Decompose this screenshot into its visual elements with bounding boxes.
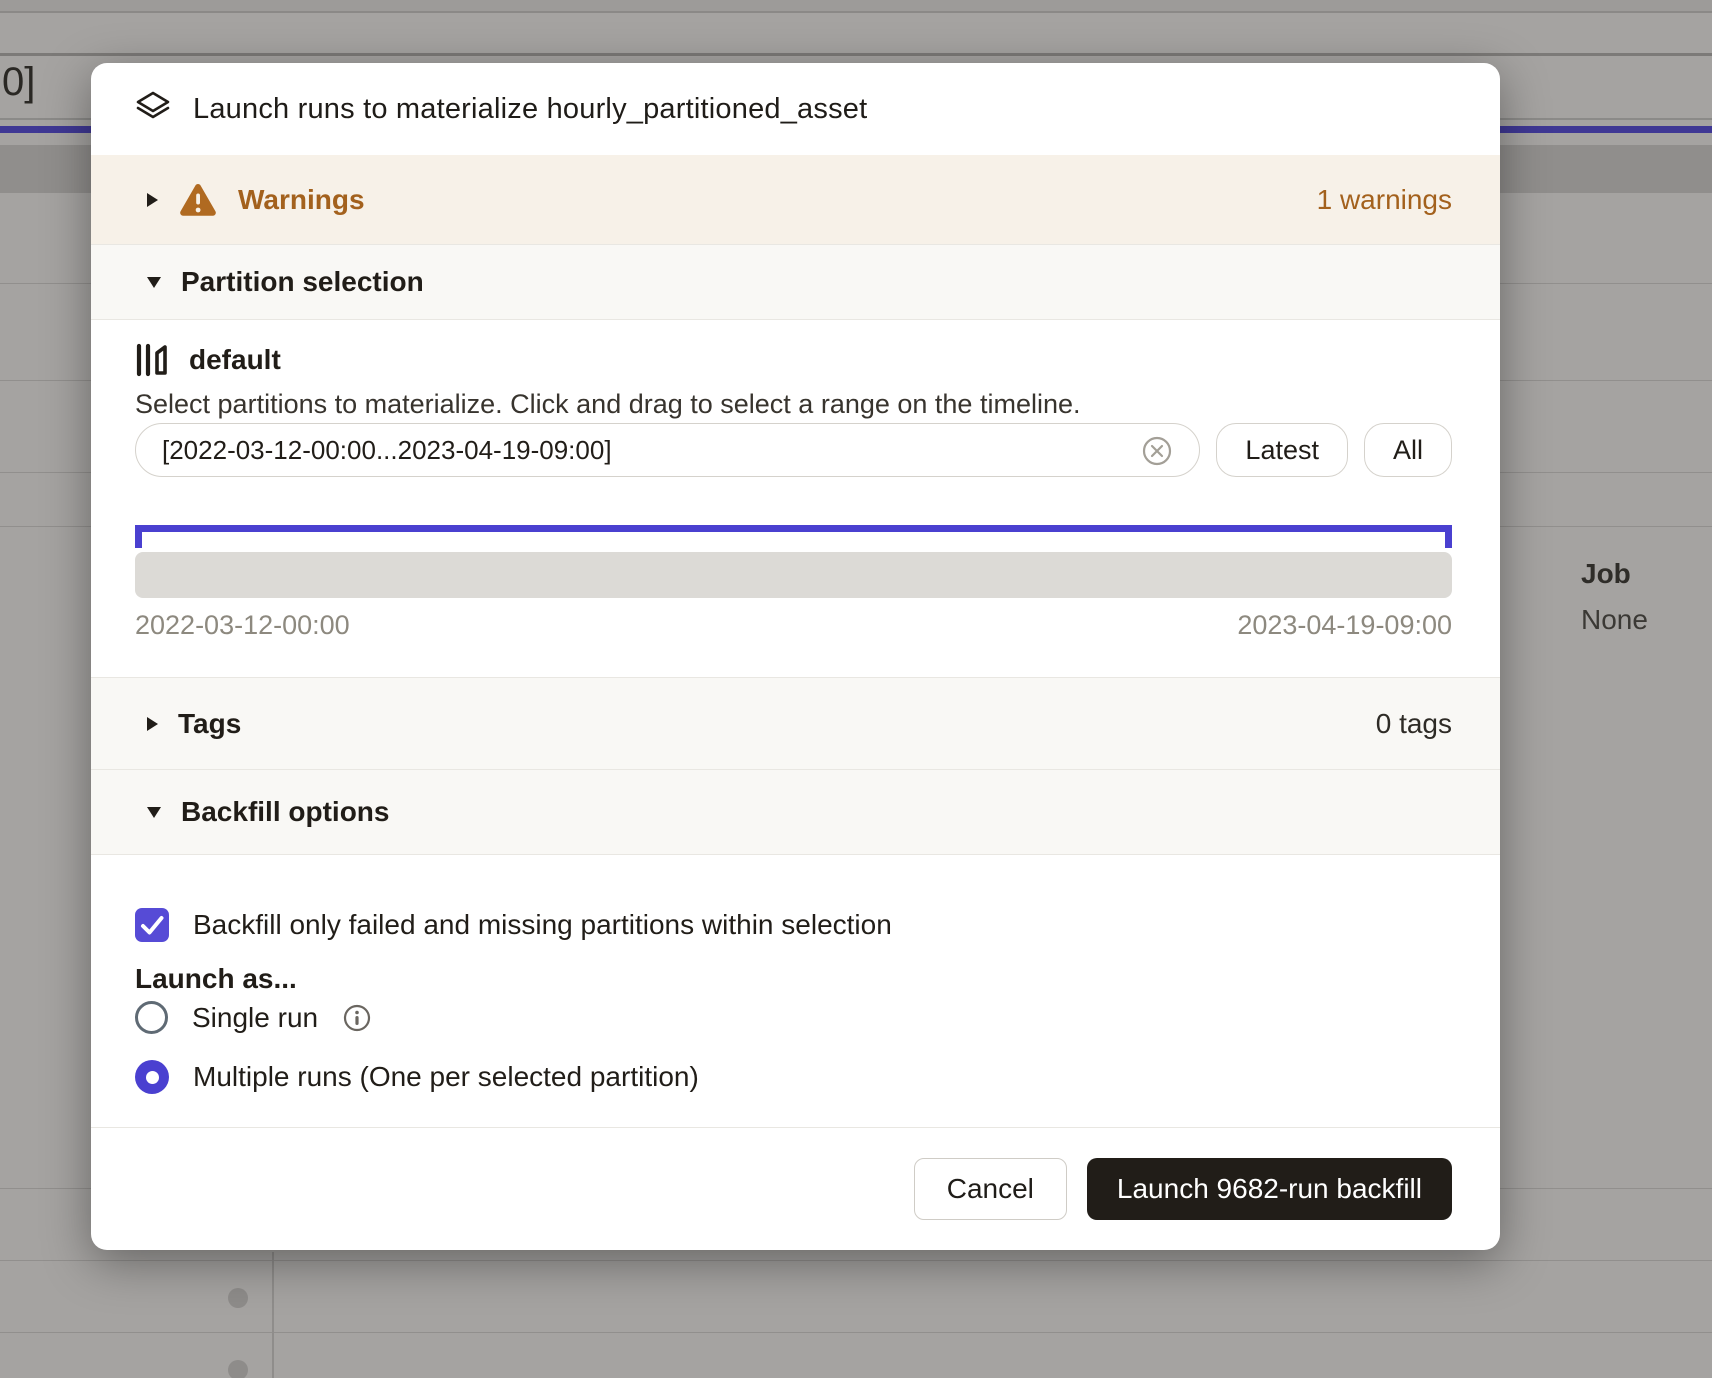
background-column-divider bbox=[272, 1252, 274, 1378]
backfill-options-header: Backfill options bbox=[181, 796, 389, 828]
partition-range-input[interactable] bbox=[135, 423, 1200, 477]
tags-header: Tags bbox=[178, 708, 241, 740]
warnings-count: 1 warnings bbox=[1317, 184, 1452, 216]
chevron-right-icon bbox=[147, 193, 158, 207]
multiple-runs-label: Multiple runs (One per selected partitio… bbox=[193, 1061, 699, 1093]
background-row-line bbox=[0, 1332, 1712, 1333]
partition-dimension-name: default bbox=[189, 344, 281, 376]
partition-range-row: Latest All bbox=[135, 423, 1452, 477]
background-partial-input-text: 0] bbox=[2, 60, 35, 105]
materialize-layers-icon bbox=[135, 91, 171, 127]
launch-as-label: Launch as... bbox=[135, 963, 297, 995]
timeline-start-label: 2022-03-12-00:00 bbox=[135, 610, 350, 641]
checkbox-checked-icon[interactable] bbox=[135, 908, 169, 942]
dialog-header: Launch runs to materialize hourly_partit… bbox=[91, 63, 1500, 155]
backfill-only-failed-option[interactable]: Backfill only failed and missing partiti… bbox=[135, 908, 892, 942]
backfill-options-toggle[interactable]: Backfill options bbox=[91, 770, 1500, 855]
timeline-selection-tick-right bbox=[1445, 532, 1452, 548]
partition-selection-header: Partition selection bbox=[181, 266, 424, 298]
all-button[interactable]: All bbox=[1364, 423, 1452, 477]
launch-backfill-button[interactable]: Launch 9682-run backfill bbox=[1087, 1158, 1452, 1220]
timeline-selection-line bbox=[135, 525, 1452, 532]
chevron-down-icon bbox=[147, 277, 161, 288]
backfill-only-failed-label: Backfill only failed and missing partiti… bbox=[193, 909, 892, 941]
partition-set-icon bbox=[135, 343, 167, 377]
radio-selected-icon[interactable] bbox=[135, 1060, 169, 1094]
background-top-bar bbox=[0, 0, 1712, 13]
clear-selection-icon[interactable] bbox=[1141, 435, 1173, 467]
single-run-label: Single run bbox=[192, 1002, 318, 1034]
partition-dimension: default bbox=[135, 343, 281, 377]
background-row-line bbox=[0, 1260, 1712, 1261]
launch-backfill-dialog: Launch runs to materialize hourly_partit… bbox=[91, 63, 1500, 1250]
radio-unselected-icon[interactable] bbox=[135, 1001, 168, 1034]
tags-count: 0 tags bbox=[1376, 708, 1452, 740]
background-job-column-header: Job bbox=[1581, 558, 1631, 590]
background-status-dot bbox=[228, 1288, 248, 1308]
warnings-label: Warnings bbox=[238, 184, 365, 216]
single-run-option[interactable]: Single run bbox=[135, 1001, 372, 1034]
cancel-button[interactable]: Cancel bbox=[914, 1158, 1067, 1220]
latest-button[interactable]: Latest bbox=[1216, 423, 1348, 477]
background-status-dot bbox=[228, 1360, 248, 1378]
timeline-end-label: 2023-04-19-09:00 bbox=[1237, 610, 1452, 641]
warnings-section-toggle[interactable]: Warnings 1 warnings bbox=[91, 155, 1500, 244]
chevron-down-icon bbox=[147, 807, 161, 818]
tags-section-toggle[interactable]: Tags 0 tags bbox=[91, 677, 1500, 770]
footer-divider bbox=[91, 1127, 1500, 1128]
warning-triangle-icon bbox=[178, 182, 218, 218]
partition-selection-description: Select partitions to materialize. Click … bbox=[135, 389, 1081, 420]
multiple-runs-option[interactable]: Multiple runs (One per selected partitio… bbox=[135, 1060, 699, 1094]
background-job-value: None bbox=[1581, 604, 1648, 636]
background-divider bbox=[0, 53, 1712, 56]
partition-timeline-bar[interactable] bbox=[135, 552, 1452, 598]
dialog-title: Launch runs to materialize hourly_partit… bbox=[193, 93, 867, 126]
timeline-selection-tick-left bbox=[135, 532, 142, 548]
dialog-footer: Cancel Launch 9682-run backfill bbox=[914, 1158, 1452, 1220]
info-icon[interactable] bbox=[342, 1003, 372, 1033]
partition-selection-toggle[interactable]: Partition selection bbox=[91, 244, 1500, 320]
chevron-right-icon bbox=[147, 717, 158, 731]
